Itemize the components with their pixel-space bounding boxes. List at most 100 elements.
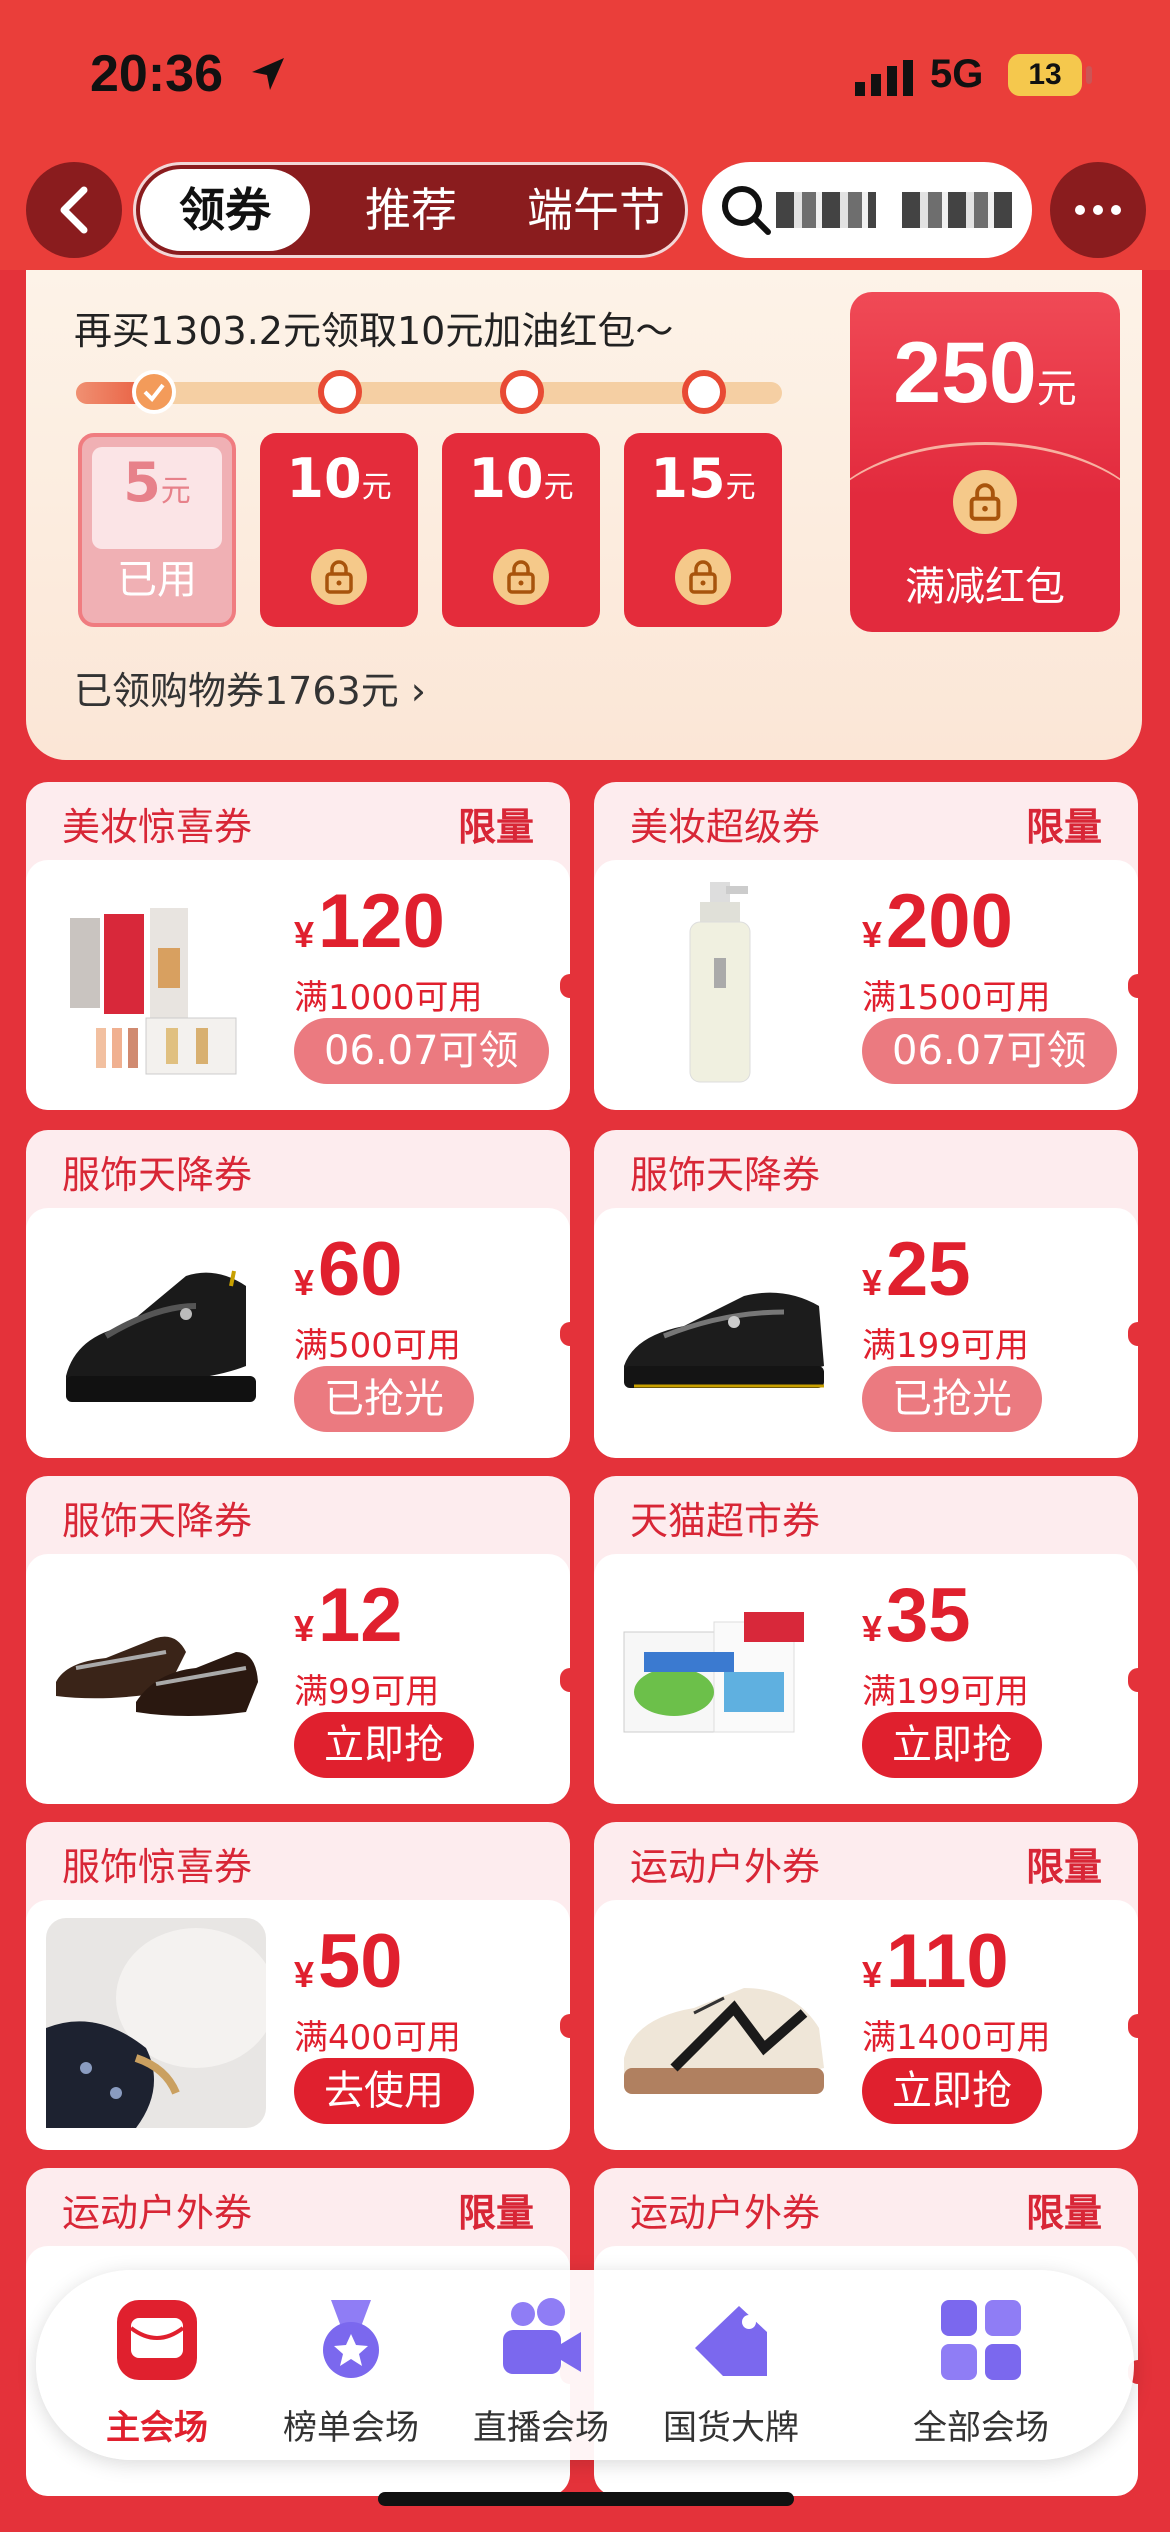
top-nav: 领券 推荐 端午节 xyxy=(0,150,1170,270)
product-image xyxy=(46,1918,276,2128)
product-image xyxy=(614,878,834,1088)
tab-coupons[interactable]: 领券 xyxy=(140,169,310,251)
coupon-amount: ¥120 xyxy=(294,879,445,964)
limited-badge: 限量 xyxy=(1025,1845,1102,1889)
coupon-card[interactable]: 美妆超级券 限量 ¥200 满1500可用 06.07可领 xyxy=(594,782,1138,1110)
coupon-action-button[interactable]: 去使用 xyxy=(294,2058,474,2124)
packet-tile-used: 5元 已用 xyxy=(78,433,236,627)
tabbar-label: 榜单会场 xyxy=(283,2408,419,2448)
coupon-card[interactable]: 运动户外券 限量 ¥110 满1400可用 立即抢 xyxy=(594,1822,1138,2150)
coupon-card[interactable]: 服饰天降券 ¥60 满500可用 已抢光 xyxy=(26,1130,570,1458)
coupon-action-button[interactable]: 立即抢 xyxy=(294,1712,474,1778)
coupon-action-button[interactable]: 06.07可领 xyxy=(862,1018,1117,1084)
claimed-coupons-link[interactable]: 已领购物券1763元 › xyxy=(74,660,426,715)
progress-node xyxy=(318,370,362,414)
tabbar-item-live[interactable]: 直播会场 xyxy=(446,2292,636,2449)
product-image xyxy=(46,878,266,1088)
tile-amount: 15元 xyxy=(650,447,756,510)
progress-node xyxy=(682,370,726,414)
battery-tip xyxy=(1086,66,1092,84)
more-button[interactable] xyxy=(1050,162,1146,258)
lock-icon xyxy=(311,549,367,605)
coupon-title: 服饰天降券 xyxy=(62,1499,253,1543)
limited-badge: 限量 xyxy=(1025,2191,1102,2235)
coupon-action-button[interactable]: 立即抢 xyxy=(862,2058,1042,2124)
coupon-notch xyxy=(1128,2014,1138,2038)
limited-badge: 限量 xyxy=(457,2191,534,2235)
coupon-condition: 满199可用 xyxy=(862,1672,1029,1712)
tabbar-label: 主会场 xyxy=(106,2408,208,2448)
product-image xyxy=(614,1226,834,1436)
coupon-condition: 满1500可用 xyxy=(862,978,1051,1018)
coupon-title: 服饰天降券 xyxy=(630,1153,821,1197)
tile-amount: 5元 xyxy=(123,451,191,514)
tabbar-item-all-venues[interactable]: 全部会场 xyxy=(886,2292,1076,2449)
tabbar-item-domestic-brands[interactable]: 国货大牌 xyxy=(636,2292,826,2449)
coupon-amount: ¥12 xyxy=(294,1573,403,1658)
status-time: 20:36 xyxy=(90,45,223,103)
coupon-notch xyxy=(560,1322,570,1346)
product-image xyxy=(614,1572,834,1782)
progress-node xyxy=(500,370,544,414)
coupon-card[interactable]: 服饰惊喜券 ¥50 满400可用 去使用 xyxy=(26,1822,570,2150)
coupon-condition: 满199可用 xyxy=(862,1326,1029,1366)
coupon-amount: ¥35 xyxy=(862,1573,971,1658)
lock-icon xyxy=(953,470,1017,534)
coupon-title: 运动户外券 xyxy=(62,2191,253,2235)
coupon-title: 运动户外券 xyxy=(630,2191,821,2235)
coupon-condition: 满1400可用 xyxy=(862,2018,1051,2058)
coupon-card[interactable]: 服饰天降券 ¥25 满199可用 已抢光 xyxy=(594,1130,1138,1458)
chevron-left-icon xyxy=(60,186,88,234)
search-placeholder-redacted xyxy=(776,192,876,228)
product-image xyxy=(46,1572,266,1782)
coupon-amount: ¥200 xyxy=(862,879,1013,964)
tile-amount: 10元 xyxy=(468,447,574,510)
coupon-card[interactable]: 服饰天降券 ¥12 满99可用 立即抢 xyxy=(26,1476,570,1804)
packet-tile-locked: 10元 xyxy=(260,433,418,627)
coupon-title: 运动户外券 xyxy=(630,1845,821,1889)
coupon-notch xyxy=(1128,1322,1138,1346)
lock-icon xyxy=(493,549,549,605)
search-bar[interactable] xyxy=(702,162,1032,258)
coupon-action-button[interactable]: 已抢光 xyxy=(862,1366,1042,1432)
tab-recommend[interactable]: 推荐 xyxy=(336,165,486,255)
packet-tile-locked: 15元 xyxy=(624,433,782,627)
coupon-action-button[interactable]: 06.07可领 xyxy=(294,1018,549,1084)
coupon-title: 美妆超级券 xyxy=(630,805,821,849)
coupon-condition: 满99可用 xyxy=(294,1672,440,1712)
packet-progress-title: 再买1303.2元领取10元加油红包～ xyxy=(74,309,674,353)
signal-icon xyxy=(855,60,913,96)
big-packet-label: 满减红包 xyxy=(905,564,1065,610)
tabbar-item-main[interactable]: 主会场 xyxy=(62,2292,252,2449)
red-packet-card: 再买1303.2元领取10元加油红包～ 5元 已用 10元 10元 15元 25… xyxy=(26,270,1142,760)
tile-amount: 10元 xyxy=(286,447,392,510)
coupon-notch xyxy=(560,1668,570,1692)
status-bar: 20:36 5G 13 xyxy=(0,0,1170,150)
coupon-title: 服饰惊喜券 xyxy=(62,1845,253,1889)
coupon-action-button[interactable]: 已抢光 xyxy=(294,1366,474,1432)
limited-badge: 限量 xyxy=(1025,805,1102,849)
coupon-action-button[interactable]: 立即抢 xyxy=(862,1712,1042,1778)
check-icon xyxy=(143,383,165,403)
search-icon xyxy=(722,186,771,235)
product-image xyxy=(46,1226,266,1436)
coupon-notch xyxy=(560,2014,570,2038)
network-type: 5G xyxy=(930,52,984,96)
price-tag-icon xyxy=(695,2306,767,2376)
coupon-amount: ¥25 xyxy=(862,1227,971,1312)
coupon-card[interactable]: 美妆惊喜券 限量 ¥120 满1000可用 06.07可领 xyxy=(26,782,570,1110)
big-red-packet[interactable]: 250元 满减红包 xyxy=(850,292,1120,632)
medal-icon xyxy=(323,2300,379,2378)
back-button[interactable] xyxy=(26,162,122,258)
tabbar-item-ranking[interactable]: 榜单会场 xyxy=(256,2292,446,2449)
coupon-amount: ¥60 xyxy=(294,1227,403,1312)
coupon-condition: 满500可用 xyxy=(294,1326,461,1366)
tab-dragon-boat[interactable]: 端午节 xyxy=(511,165,681,255)
coupon-title: 天猫超市券 xyxy=(630,1499,821,1543)
coupon-title: 美妆惊喜券 xyxy=(62,805,253,849)
grid-icon xyxy=(941,2300,1021,2380)
channel-tabs: 领券 推荐 端午节 xyxy=(133,162,688,258)
coupon-card[interactable]: 天猫超市券 ¥35 满199可用 立即抢 xyxy=(594,1476,1138,1804)
packet-progress-bar xyxy=(76,382,782,404)
tabbar-label: 全部会场 xyxy=(913,2408,1049,2448)
